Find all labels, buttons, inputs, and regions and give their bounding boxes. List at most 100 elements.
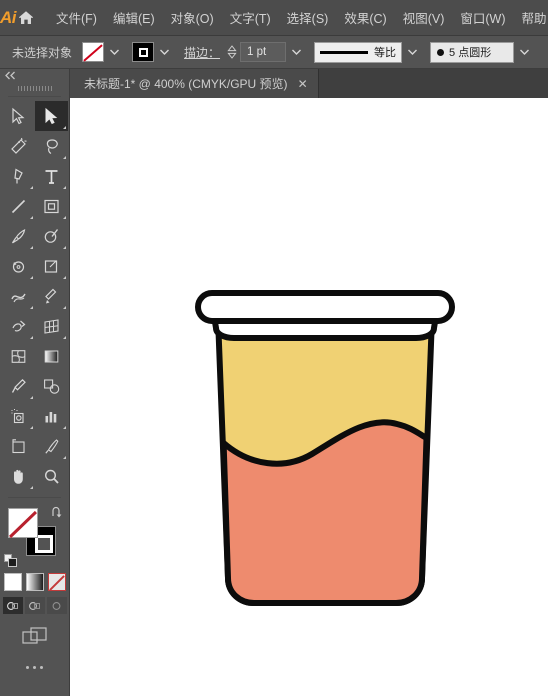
default-fill-stroke-icon[interactable]: [4, 554, 18, 568]
fill-dropdown-chevron-down-icon[interactable]: [106, 42, 122, 62]
stroke-weight-input[interactable]: 1 pt: [240, 42, 287, 62]
tool-magic-wand[interactable]: [2, 131, 35, 161]
toolbar-divider: [8, 96, 61, 97]
close-icon[interactable]: ✕: [298, 78, 308, 90]
toolbar-divider-2: [8, 497, 61, 498]
stroke-color-swatch[interactable]: [132, 42, 155, 62]
tool-group-corner-icon: [62, 186, 66, 189]
tool-selection[interactable]: [2, 101, 35, 131]
brush-definition-selector[interactable]: 5 点圆形: [430, 41, 515, 63]
document-tab-bar: 未标题-1* @ 400% (CMYK/GPU 预览) ✕: [70, 69, 548, 98]
tool-direct-selection[interactable]: [34, 101, 68, 131]
change-screen-mode-button[interactable]: [0, 626, 69, 648]
tool-group-corner-icon: [29, 276, 33, 279]
menu-item-select[interactable]: 选择(S): [279, 4, 337, 31]
illustrator-window: Ai 文件(F) 编辑(E) 对象(O) 文字(T) 选择(S) 效果(C) 视…: [0, 0, 548, 696]
edit-toolbar-icon[interactable]: [0, 666, 69, 669]
tool-shaper[interactable]: [35, 221, 68, 251]
tool-group-corner-icon: [29, 396, 33, 399]
tool-blend[interactable]: [35, 371, 68, 401]
menu-item-file[interactable]: 文件(F): [48, 4, 105, 31]
stroke-weight-stepper[interactable]: [226, 42, 238, 62]
panel-drag-handle[interactable]: [0, 82, 69, 94]
brush-definition-label: 5 点圆形: [449, 47, 492, 59]
tool-rotate[interactable]: [2, 251, 35, 281]
document-tab-title: 未标题-1* @ 400% (CMYK/GPU 预览): [84, 77, 288, 91]
tool-lasso[interactable]: [35, 131, 68, 161]
tool-group-corner-icon: [62, 246, 66, 249]
paint-mode-color-button[interactable]: [3, 573, 22, 591]
tool-group-corner-icon: [29, 216, 33, 219]
tool-artboard[interactable]: [2, 431, 35, 461]
brush-definition-chevron-down-icon[interactable]: [516, 42, 532, 62]
menu-bar: Ai 文件(F) 编辑(E) 对象(O) 文字(T) 选择(S) 效果(C) 视…: [0, 0, 548, 36]
tool-column-graph[interactable]: [35, 401, 68, 431]
tool-zoom[interactable]: [35, 461, 68, 491]
tool-group-corner-icon: [62, 216, 66, 219]
draw-behind-button[interactable]: [24, 597, 45, 614]
collapse-panel-double-chevron-icon[interactable]: [0, 69, 69, 82]
tool-free-transform[interactable]: [35, 281, 68, 311]
menu-item-help[interactable]: 帮助: [514, 4, 548, 31]
tool-type[interactable]: [35, 161, 68, 191]
tool-group-corner-icon: [62, 456, 66, 459]
tool-hand[interactable]: [2, 461, 35, 491]
menu-item-window[interactable]: 窗口(W): [452, 4, 513, 31]
stroke-profile-selector[interactable]: 等比: [314, 41, 403, 63]
tool-group-corner-icon: [29, 336, 33, 339]
stroke-profile-label: 等比: [374, 47, 397, 59]
home-icon[interactable]: [16, 0, 36, 36]
tool-paintbrush[interactable]: [2, 221, 35, 251]
fill-color-indicator[interactable]: [8, 508, 38, 538]
menu-item-type[interactable]: 文字(T): [222, 4, 279, 31]
tool-group-corner-icon: [29, 426, 33, 429]
cup-artwork[interactable]: [190, 288, 460, 623]
stroke-weight-chevron-down-icon[interactable]: [288, 42, 304, 62]
document-tab[interactable]: 未标题-1* @ 400% (CMYK/GPU 预览) ✕: [70, 69, 319, 98]
tool-group-corner-icon: [29, 486, 33, 489]
menu-item-object[interactable]: 对象(O): [163, 4, 222, 31]
tools-panel: [0, 69, 70, 696]
paint-mode-buttons: [0, 573, 69, 591]
round-dot-icon: [437, 48, 445, 56]
menu-item-edit[interactable]: 编辑(E): [105, 4, 163, 31]
tool-mesh[interactable]: [2, 341, 35, 371]
tool-group-corner-icon: [62, 126, 66, 129]
tool-scale[interactable]: [35, 251, 68, 281]
stroke-dropdown-chevron-down-icon[interactable]: [156, 42, 172, 62]
tool-pen[interactable]: [2, 161, 35, 191]
cup-rim-shape: [195, 290, 455, 324]
tool-group-corner-icon: [62, 426, 66, 429]
tool-warp[interactable]: [2, 281, 35, 311]
app-logo-icon: Ai: [0, 7, 17, 27]
draw-normal-button[interactable]: [2, 597, 23, 614]
tool-perspective-grid[interactable]: [35, 311, 68, 341]
tool-grid: [0, 101, 69, 491]
tool-group-corner-icon: [29, 186, 33, 189]
stroke-profile-preview-icon: [320, 50, 369, 54]
tool-line-segment[interactable]: [2, 191, 35, 221]
tool-group-corner-icon: [29, 306, 33, 309]
paint-mode-none-button[interactable]: [47, 573, 66, 591]
control-bar: 未选择对象 描边： 1 pt 等比 5 点圆形: [0, 36, 548, 69]
menu-item-effect[interactable]: 效果(C): [336, 4, 394, 31]
stroke-weight-label[interactable]: 描边：: [184, 44, 220, 61]
menu-item-view[interactable]: 视图(V): [395, 4, 453, 31]
tool-rectangle[interactable]: [35, 191, 68, 221]
tool-eyedropper[interactable]: [2, 371, 35, 401]
tool-symbol-sprayer[interactable]: [2, 401, 35, 431]
draw-inside-button[interactable]: [46, 597, 67, 614]
swap-fill-stroke-icon[interactable]: [50, 506, 64, 520]
stroke-profile-chevron-down-icon[interactable]: [404, 42, 420, 62]
tool-group-corner-icon: [29, 246, 33, 249]
menu-item-list: 文件(F) 编辑(E) 对象(O) 文字(T) 选择(S) 效果(C) 视图(V…: [48, 4, 548, 31]
selection-status-label: 未选择对象: [12, 45, 73, 60]
tool-group-corner-icon: [62, 306, 66, 309]
tool-shape-builder[interactable]: [2, 311, 35, 341]
tool-slice[interactable]: [35, 431, 68, 461]
tool-gradient[interactable]: [35, 341, 68, 371]
draw-mode-buttons: [0, 597, 69, 614]
fill-color-swatch[interactable]: [82, 42, 105, 62]
artboard-canvas[interactable]: [70, 98, 548, 696]
paint-mode-gradient-button[interactable]: [25, 573, 44, 591]
